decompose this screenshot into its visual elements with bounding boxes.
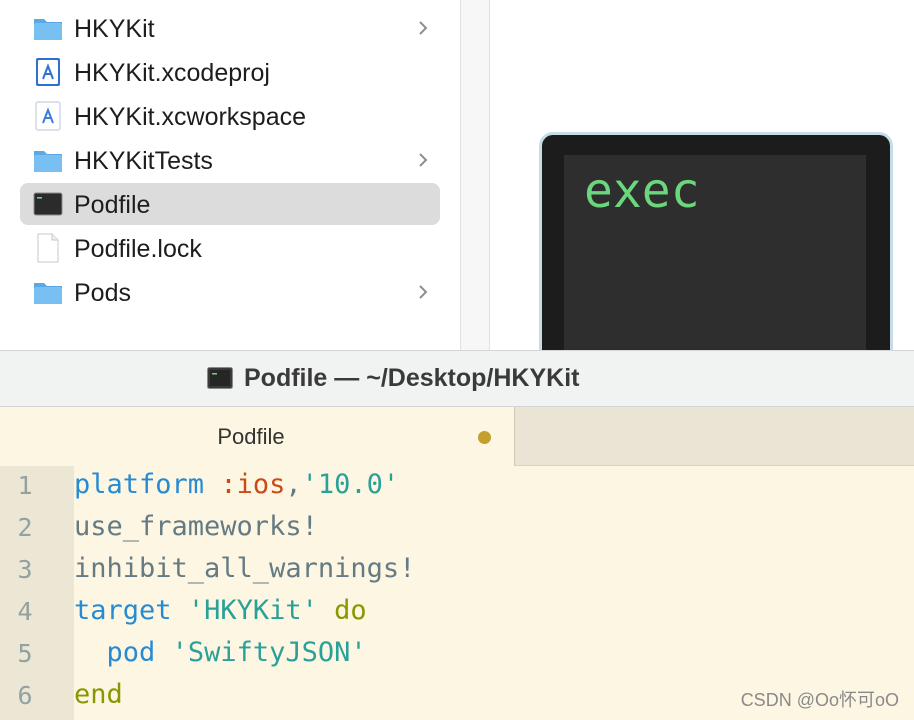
folder-icon xyxy=(33,13,63,43)
code-token: platform xyxy=(74,469,205,500)
terminal-icon-text: exec xyxy=(584,163,700,219)
folder-icon xyxy=(33,277,63,307)
xcodeproj-icon xyxy=(33,57,63,87)
document-icon xyxy=(33,233,63,263)
terminal-screen: exec xyxy=(564,155,866,350)
file-name: Pods xyxy=(74,279,131,307)
file-row[interactable]: HKYKit.xcodeproj xyxy=(20,51,440,93)
line-number-gutter: 1 2 3 4 5 6 xyxy=(0,466,74,720)
chevron-right-icon[interactable] xyxy=(416,284,430,300)
column-divider[interactable] xyxy=(460,0,490,350)
line-number: 2 xyxy=(17,513,33,542)
tab-podfile[interactable]: Podfile xyxy=(0,407,515,466)
code-token: '10.0' xyxy=(301,469,400,500)
code-line[interactable]: platform :ios,'10.0' xyxy=(74,469,399,500)
file-name: HKYKit xyxy=(74,15,155,43)
file-row[interactable]: Pods xyxy=(20,271,440,313)
file-name: Podfile.lock xyxy=(74,235,202,263)
file-row[interactable]: Podfile.lock xyxy=(20,227,440,269)
xcworkspace-icon xyxy=(33,101,63,131)
code-token: target xyxy=(74,595,172,626)
folder-icon xyxy=(33,145,63,175)
code-token: 'SwiftyJSON' xyxy=(171,637,367,668)
line-number: 6 xyxy=(17,681,33,710)
line-number: 1 xyxy=(17,471,33,500)
file-row[interactable]: HKYKitTests xyxy=(20,139,440,181)
code-token: end xyxy=(74,679,123,710)
code-token: 'HKYKit' xyxy=(187,595,318,626)
watermark: CSDN @Oo怀可oO xyxy=(740,690,899,710)
tab-label: Podfile xyxy=(217,424,285,449)
line-number: 3 xyxy=(17,555,33,584)
chevron-right-icon[interactable] xyxy=(416,152,430,168)
finder-window: HKYKit HKYKit.xcodeproj HKYKit.xcworkspace… xyxy=(0,0,914,350)
terminal-file-icon xyxy=(33,189,63,219)
line-number: 5 xyxy=(17,639,33,668)
code-token: inhibit_all_warnings! xyxy=(74,553,416,584)
file-name: HKYKit.xcworkspace xyxy=(74,103,307,131)
code-line[interactable]: use_frameworks! xyxy=(74,511,318,542)
code-editor[interactable]: 1 2 3 4 5 6 platform :ios,'10.0' use_framework… xyxy=(0,466,914,720)
code-line[interactable]: target 'HKYKit' do xyxy=(74,595,367,626)
file-row[interactable]: HKYKit.xcworkspace xyxy=(20,95,440,137)
code-line[interactable]: inhibit_all_warnings! xyxy=(74,553,415,584)
terminal-exec-icon: exec xyxy=(539,132,893,350)
code-line[interactable]: pod 'SwiftyJSON' xyxy=(74,637,367,668)
tab-bar-empty-area[interactable] xyxy=(515,407,914,466)
code-token: :ios xyxy=(220,469,286,500)
file-name: Podfile xyxy=(74,191,151,219)
chevron-right-icon[interactable] xyxy=(416,20,430,36)
title-bar[interactable]: Podfile — ~/Desktop/HKYKit xyxy=(0,350,914,407)
unsaved-dot-icon[interactable] xyxy=(478,431,491,444)
window-title: Podfile — ~/Desktop/HKYKit xyxy=(244,364,580,392)
code-token: do xyxy=(334,595,367,626)
code-token: pod xyxy=(106,637,156,668)
file-row[interactable]: Podfile xyxy=(20,183,440,225)
file-row[interactable]: HKYKit xyxy=(20,7,440,49)
terminal-file-icon xyxy=(207,367,233,389)
file-name: HKYKitTests xyxy=(74,147,213,175)
tab-bar: Podfile xyxy=(0,407,914,466)
file-list: HKYKit HKYKit.xcodeproj HKYKit.xcworkspace… xyxy=(0,0,460,350)
line-number: 4 xyxy=(17,597,33,626)
code-line[interactable]: end xyxy=(74,679,123,710)
code-token: , xyxy=(285,469,302,500)
preview-pane: exec xyxy=(491,0,914,350)
code-token: use_frameworks! xyxy=(74,511,318,542)
editor-window: Podfile — ~/Desktop/HKYKit Podfile 1 2 3 4 5… xyxy=(0,350,914,720)
file-name: HKYKit.xcodeproj xyxy=(74,59,270,87)
